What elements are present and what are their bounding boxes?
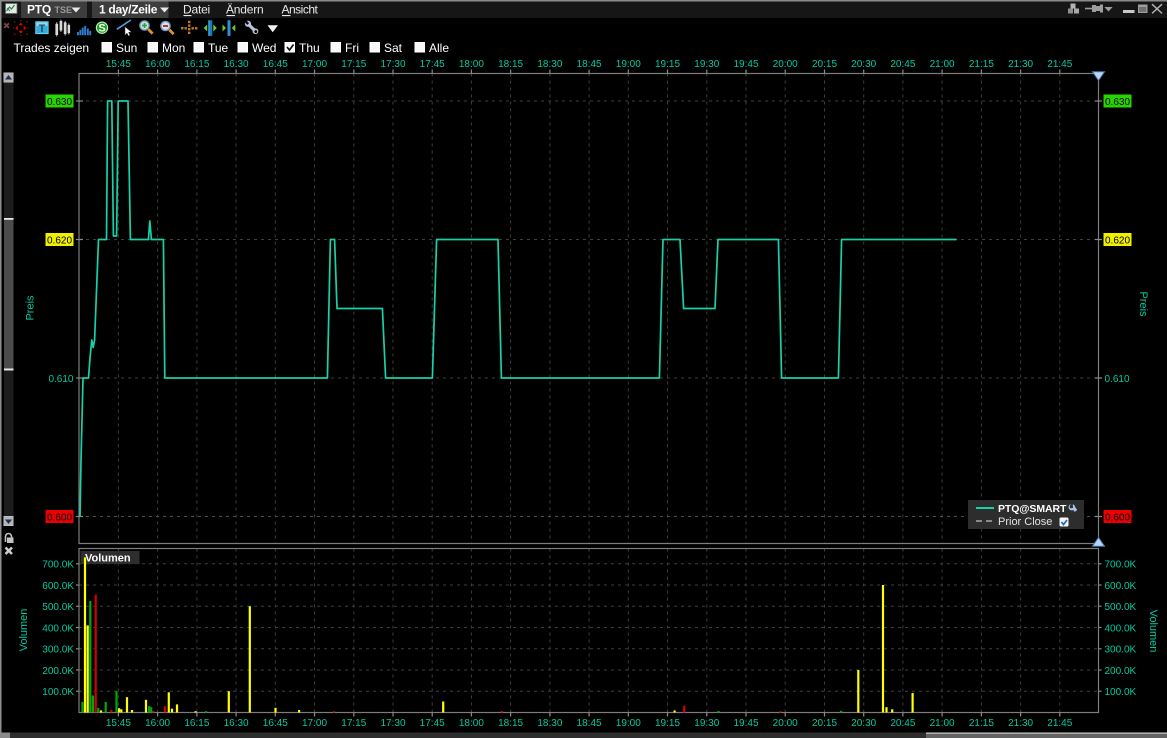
svg-text:19:15: 19:15 [655, 718, 680, 729]
svg-text:21:15: 21:15 [969, 718, 994, 729]
svg-text:19:45: 19:45 [733, 59, 758, 70]
svg-text:16:15: 16:15 [184, 718, 209, 729]
svg-text:18:15: 18:15 [498, 718, 523, 729]
svg-text:19:30: 19:30 [694, 718, 719, 729]
svg-text:0.610: 0.610 [1105, 374, 1130, 385]
svg-text:16:30: 16:30 [224, 59, 249, 70]
svg-text:18:45: 18:45 [577, 59, 602, 70]
svg-text:Datei: Datei [183, 3, 210, 17]
svg-text:Sat: Sat [384, 41, 403, 55]
svg-text:18:00: 18:00 [459, 59, 484, 70]
svg-text:700.0K: 700.0K [42, 560, 74, 571]
svg-text:17:45: 17:45 [420, 59, 445, 70]
svg-text:19:30: 19:30 [694, 59, 719, 70]
svg-text:16:45: 16:45 [263, 718, 288, 729]
svg-text:19:45: 19:45 [733, 718, 758, 729]
svg-text:16:30: 16:30 [224, 718, 249, 729]
svg-text:300.0K: 300.0K [1105, 645, 1137, 656]
svg-text:16:45: 16:45 [263, 59, 288, 70]
svg-text:17:30: 17:30 [380, 718, 405, 729]
svg-text:Tue: Tue [208, 41, 229, 55]
svg-text:0.600: 0.600 [47, 512, 72, 523]
svg-text:100.0K: 100.0K [42, 687, 74, 698]
svg-text:600.0K: 600.0K [42, 581, 74, 592]
svg-text:Ändern: Ändern [226, 3, 264, 17]
svg-text:PTQ@SMART: PTQ@SMART [998, 503, 1067, 515]
svg-text:Volumen: Volumen [1147, 610, 1159, 653]
svg-text:Volumen: Volumen [18, 609, 30, 652]
svg-text:21:15: 21:15 [969, 59, 994, 70]
svg-text:20:00: 20:00 [773, 718, 798, 729]
svg-text:18:30: 18:30 [537, 718, 562, 729]
svg-text:18:30: 18:30 [537, 59, 562, 70]
svg-text:TSE: TSE [55, 5, 73, 15]
svg-text:15:45: 15:45 [106, 718, 131, 729]
svg-text:Preis: Preis [1137, 291, 1149, 317]
svg-text:17:00: 17:00 [302, 718, 327, 729]
svg-text:21:00: 21:00 [930, 718, 955, 729]
svg-text:20:45: 20:45 [890, 718, 915, 729]
svg-text:20:15: 20:15 [812, 718, 837, 729]
svg-text:Mon: Mon [162, 41, 185, 55]
svg-text:16:15: 16:15 [184, 59, 209, 70]
svg-text:Alle: Alle [429, 41, 449, 55]
svg-text:0.620: 0.620 [47, 235, 72, 246]
svg-text:Ansicht: Ansicht [282, 3, 319, 17]
svg-text:19:00: 19:00 [616, 59, 641, 70]
svg-text:T: T [39, 23, 46, 35]
svg-text:21:30: 21:30 [1008, 718, 1033, 729]
svg-text:16:00: 16:00 [145, 59, 170, 70]
svg-text:21:45: 21:45 [1047, 59, 1072, 70]
svg-text:400.0K: 400.0K [1105, 623, 1137, 634]
svg-text:19:15: 19:15 [655, 59, 680, 70]
svg-text:500.0K: 500.0K [42, 602, 74, 613]
svg-text:500.0K: 500.0K [1105, 602, 1137, 613]
svg-text:Preis: Preis [25, 295, 37, 321]
svg-text:21:45: 21:45 [1047, 718, 1072, 729]
svg-text:Thu: Thu [299, 41, 320, 55]
svg-text:0.630: 0.630 [47, 97, 72, 108]
svg-text:PTQ: PTQ [27, 3, 51, 17]
svg-text:100.0K: 100.0K [1105, 687, 1137, 698]
svg-text:18:45: 18:45 [577, 718, 602, 729]
svg-text:21:00: 21:00 [930, 59, 955, 70]
svg-text:17:00: 17:00 [302, 59, 327, 70]
svg-text:17:30: 17:30 [380, 59, 405, 70]
svg-text:20:30: 20:30 [851, 718, 876, 729]
svg-text:S: S [98, 23, 105, 35]
svg-text:18:00: 18:00 [459, 718, 484, 729]
svg-text:20:15: 20:15 [812, 59, 837, 70]
svg-text:Fri: Fri [345, 41, 359, 55]
svg-text:18:15: 18:15 [498, 59, 523, 70]
svg-text:200.0K: 200.0K [1105, 666, 1137, 677]
svg-text:20:30: 20:30 [851, 59, 876, 70]
svg-text:Prior Close: Prior Close [998, 516, 1052, 528]
svg-text:15:45: 15:45 [106, 59, 131, 70]
svg-text:0.630: 0.630 [1105, 97, 1130, 108]
svg-text:Sun: Sun [116, 41, 137, 55]
svg-text:17:45: 17:45 [420, 718, 445, 729]
svg-text:17:15: 17:15 [341, 718, 366, 729]
svg-text:0.610: 0.610 [48, 374, 73, 385]
svg-text:21:30: 21:30 [1008, 59, 1033, 70]
svg-text:600.0K: 600.0K [1105, 581, 1137, 592]
svg-text:Volumen: Volumen [85, 553, 131, 565]
svg-text:16:00: 16:00 [145, 718, 170, 729]
svg-text:0.600: 0.600 [1105, 512, 1130, 523]
svg-text:400.0K: 400.0K [42, 623, 74, 634]
svg-text:20:45: 20:45 [890, 59, 915, 70]
svg-text:300.0K: 300.0K [42, 645, 74, 656]
svg-text:0.620: 0.620 [1105, 235, 1130, 246]
svg-text:20:00: 20:00 [773, 59, 798, 70]
svg-text:200.0K: 200.0K [42, 666, 74, 677]
svg-text:700.0K: 700.0K [1105, 560, 1137, 571]
svg-text:17:15: 17:15 [341, 59, 366, 70]
svg-text:1 day/Zeile: 1 day/Zeile [99, 3, 158, 17]
svg-text:Wed: Wed [252, 41, 276, 55]
svg-text:19:00: 19:00 [616, 718, 641, 729]
svg-text:Trades zeigen: Trades zeigen [14, 41, 90, 55]
